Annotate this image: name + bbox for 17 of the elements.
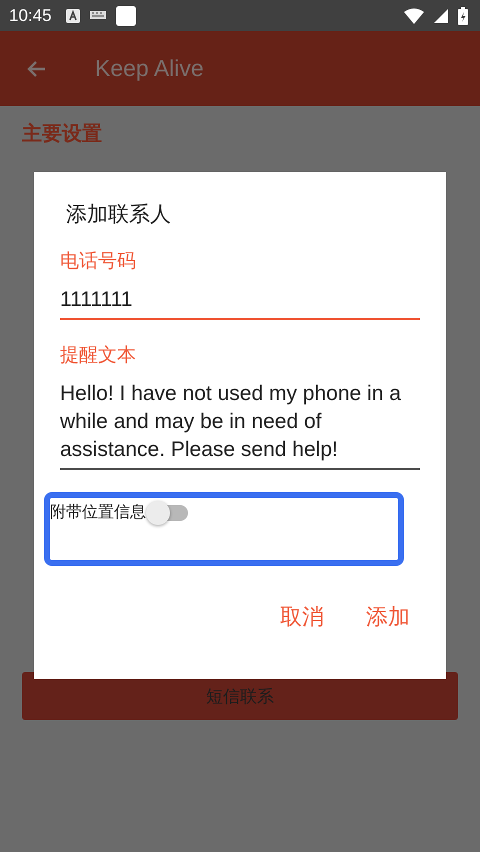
section-header: 主要设置 — [22, 120, 102, 147]
signal-icon — [434, 8, 448, 22]
field-label: 提醒文本 — [60, 343, 137, 368]
field-label: 电话号码 — [60, 249, 137, 274]
input-field[interactable]: 1111111 — [60, 286, 420, 320]
toggle-label: 附带位置信息 — [50, 502, 146, 523]
dialog-title: 添加联系人 — [65, 201, 172, 228]
keyboard-letter-icon — [66, 8, 80, 22]
dialog-button[interactable]: 取消 — [280, 602, 324, 632]
keyboard-icon — [90, 10, 106, 20]
battery-icon — [458, 6, 468, 24]
input-field[interactable]: Hello! I have not used my phone in a while and may be in need of assistance. Please send help! — [60, 380, 420, 470]
square-icon — [116, 6, 136, 26]
app-title: Keep Alive — [95, 55, 204, 82]
dialog-button[interactable]: 添加 — [366, 602, 410, 632]
clock: 10:45 — [9, 6, 52, 26]
wifi-icon — [404, 8, 424, 24]
